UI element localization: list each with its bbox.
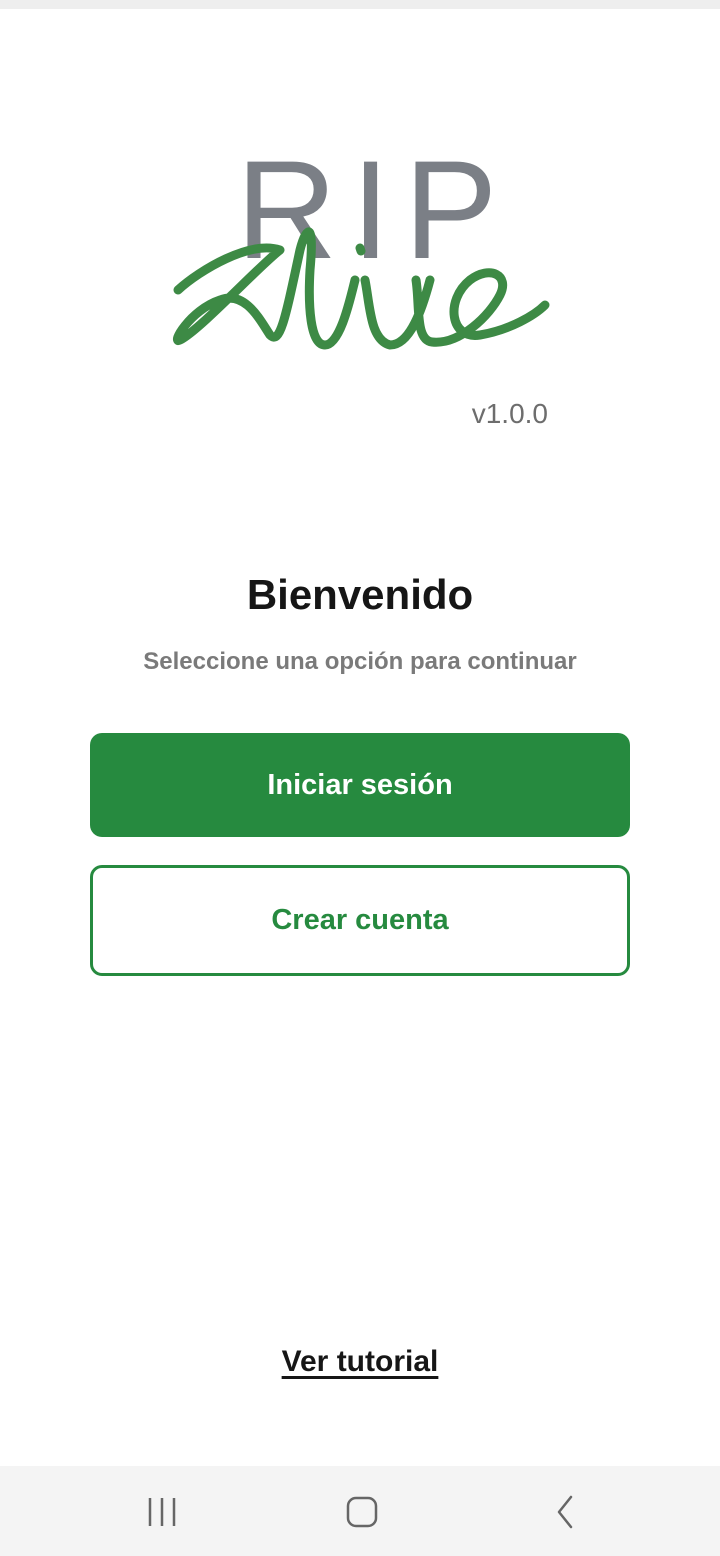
- home-button[interactable]: [332, 1484, 392, 1540]
- tutorial-link[interactable]: Ver tutorial: [282, 1345, 439, 1378]
- welcome-subtitle: Seleccione una opción para continuar: [143, 648, 577, 675]
- recent-apps-icon: [148, 1498, 176, 1526]
- status-bar: [0, 0, 720, 9]
- app-logo: RIP: [160, 130, 560, 380]
- system-nav-bar: [0, 1466, 720, 1556]
- login-button[interactable]: Iniciar sesión: [90, 733, 630, 837]
- app-version: v1.0.0: [471, 398, 548, 429]
- back-icon: [557, 1495, 573, 1529]
- home-icon: [346, 1496, 378, 1528]
- logo-alive-script: [173, 227, 550, 350]
- welcome-title: Bienvenido: [246, 571, 474, 618]
- back-button[interactable]: [535, 1484, 595, 1540]
- create-account-button[interactable]: Crear cuenta: [90, 865, 630, 976]
- recent-apps-button[interactable]: [132, 1484, 192, 1540]
- tutorial-link-container: Ver tutorial: [0, 1342, 720, 1382]
